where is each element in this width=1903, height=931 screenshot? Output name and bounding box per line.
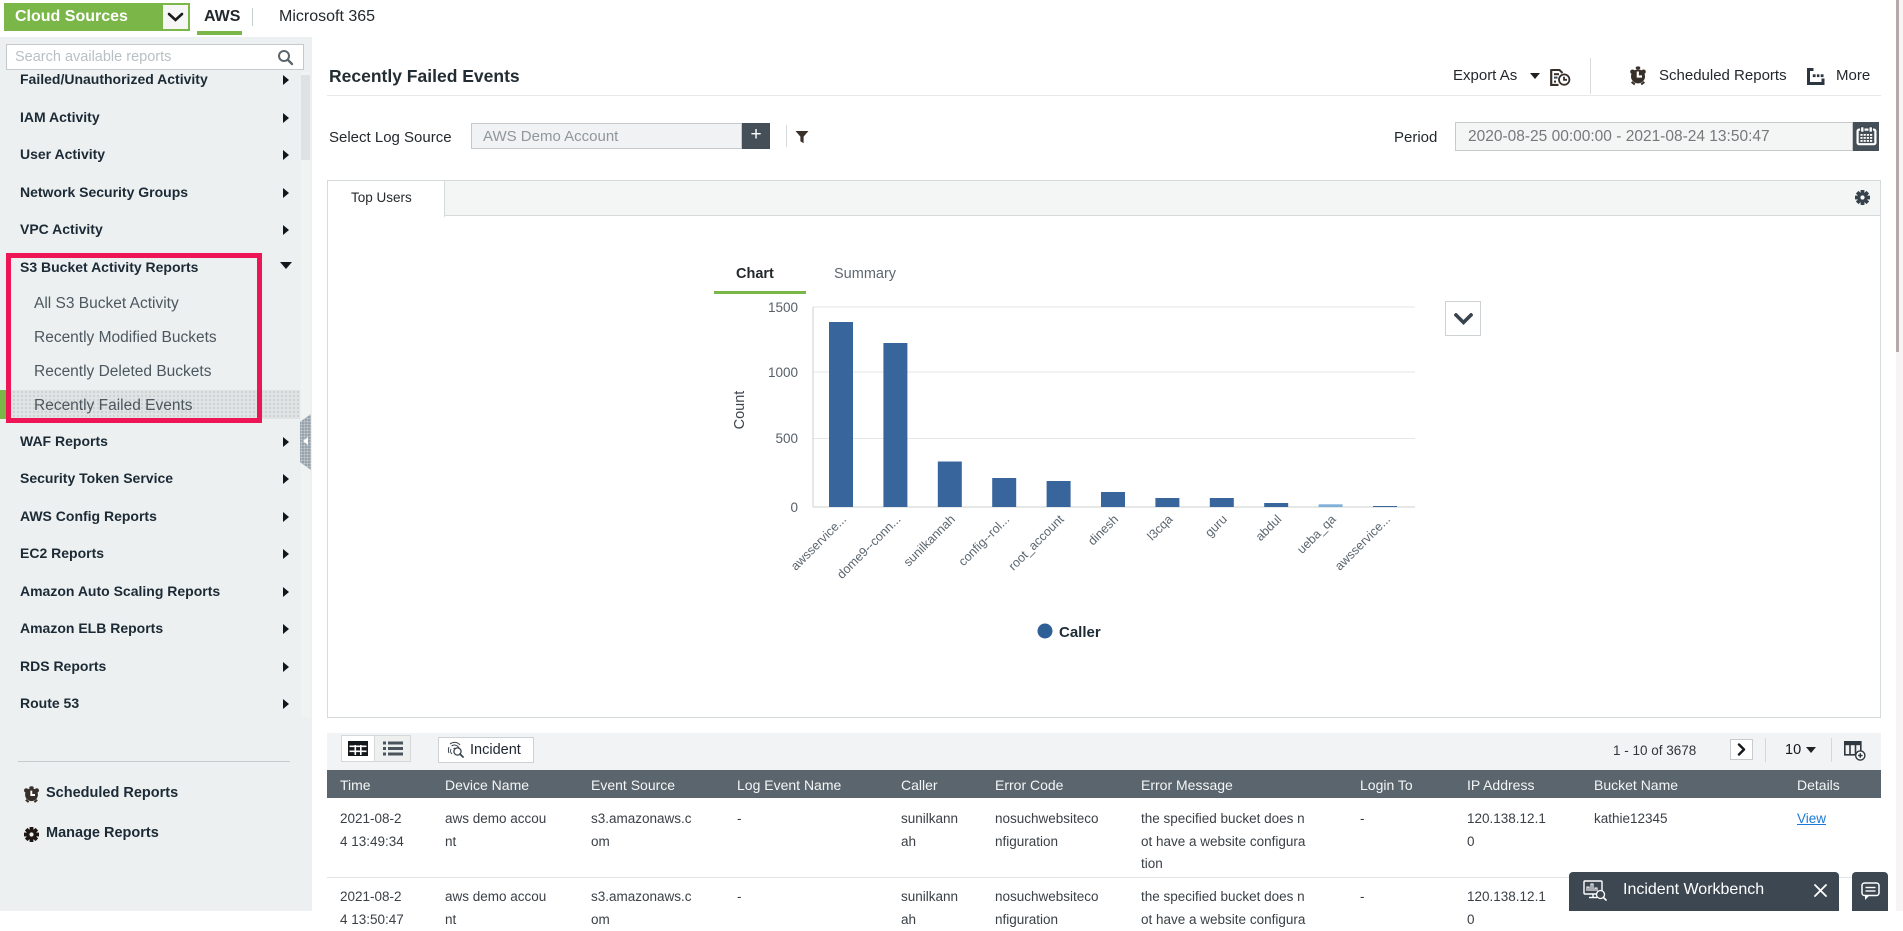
svg-text:0: 0 [790,500,798,515]
svg-text:l3cqa: l3cqa [1144,512,1175,543]
svg-text:sunilkannah: sunilkannah [901,512,958,569]
svg-text:dinesh: dinesh [1085,512,1121,548]
svg-text:awsservice...: awsservice... [788,512,849,573]
svg-text:abdul: abdul [1253,512,1285,544]
svg-text:1000: 1000 [768,365,798,380]
svg-text:config--rol...: config--rol... [956,512,1013,569]
svg-text:ueba_qa: ueba_qa [1294,512,1338,556]
svg-text:root_account: root_account [1006,512,1067,573]
svg-text:500: 500 [775,431,798,446]
svg-text:Caller: Caller [1059,624,1101,641]
svg-text:guru: guru [1202,512,1230,540]
svg-text:awsservice...: awsservice... [1332,512,1393,573]
svg-text:Count: Count [732,391,748,430]
svg-text:1500: 1500 [768,300,798,315]
